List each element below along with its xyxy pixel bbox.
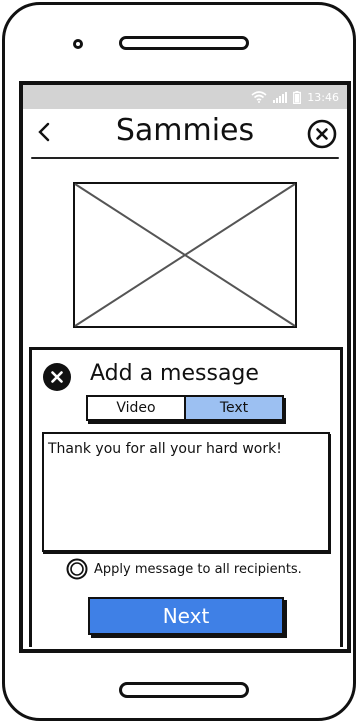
tab-video[interactable]: Video (88, 397, 184, 419)
close-icon[interactable] (307, 119, 337, 149)
earpiece-speaker (119, 36, 249, 50)
apply-all-label: Apply message to all recipients. (94, 561, 302, 577)
title-divider (31, 157, 339, 159)
image-placeholder (73, 182, 297, 328)
apply-all-option[interactable]: Apply message to all recipients. (66, 558, 302, 580)
close-sheet-icon[interactable] (42, 362, 72, 392)
add-message-sheet: Add a message Video Text Thank you for a… (29, 347, 343, 647)
radio-icon[interactable] (66, 558, 88, 580)
battery-icon (293, 90, 302, 104)
tab-text[interactable]: Text (184, 397, 282, 419)
next-button[interactable]: Next (88, 597, 284, 635)
screen: 13:46 Sammies Add a message Video Text T… (19, 81, 351, 653)
wifi-icon (251, 91, 267, 103)
message-type-tabs: Video Text (86, 395, 284, 421)
phone-frame: 13:46 Sammies Add a message Video Text T… (2, 2, 356, 721)
page-title: Sammies (115, 113, 255, 148)
signal-icon (273, 91, 288, 103)
message-textarea[interactable]: Thank you for all your hard work! (42, 432, 330, 552)
status-time: 13:46 (307, 90, 339, 104)
front-camera (73, 39, 83, 49)
title-bar: Sammies (23, 109, 347, 159)
home-button[interactable] (119, 682, 249, 698)
status-bar: 13:46 (23, 85, 347, 109)
sheet-title: Add a message (90, 361, 259, 386)
